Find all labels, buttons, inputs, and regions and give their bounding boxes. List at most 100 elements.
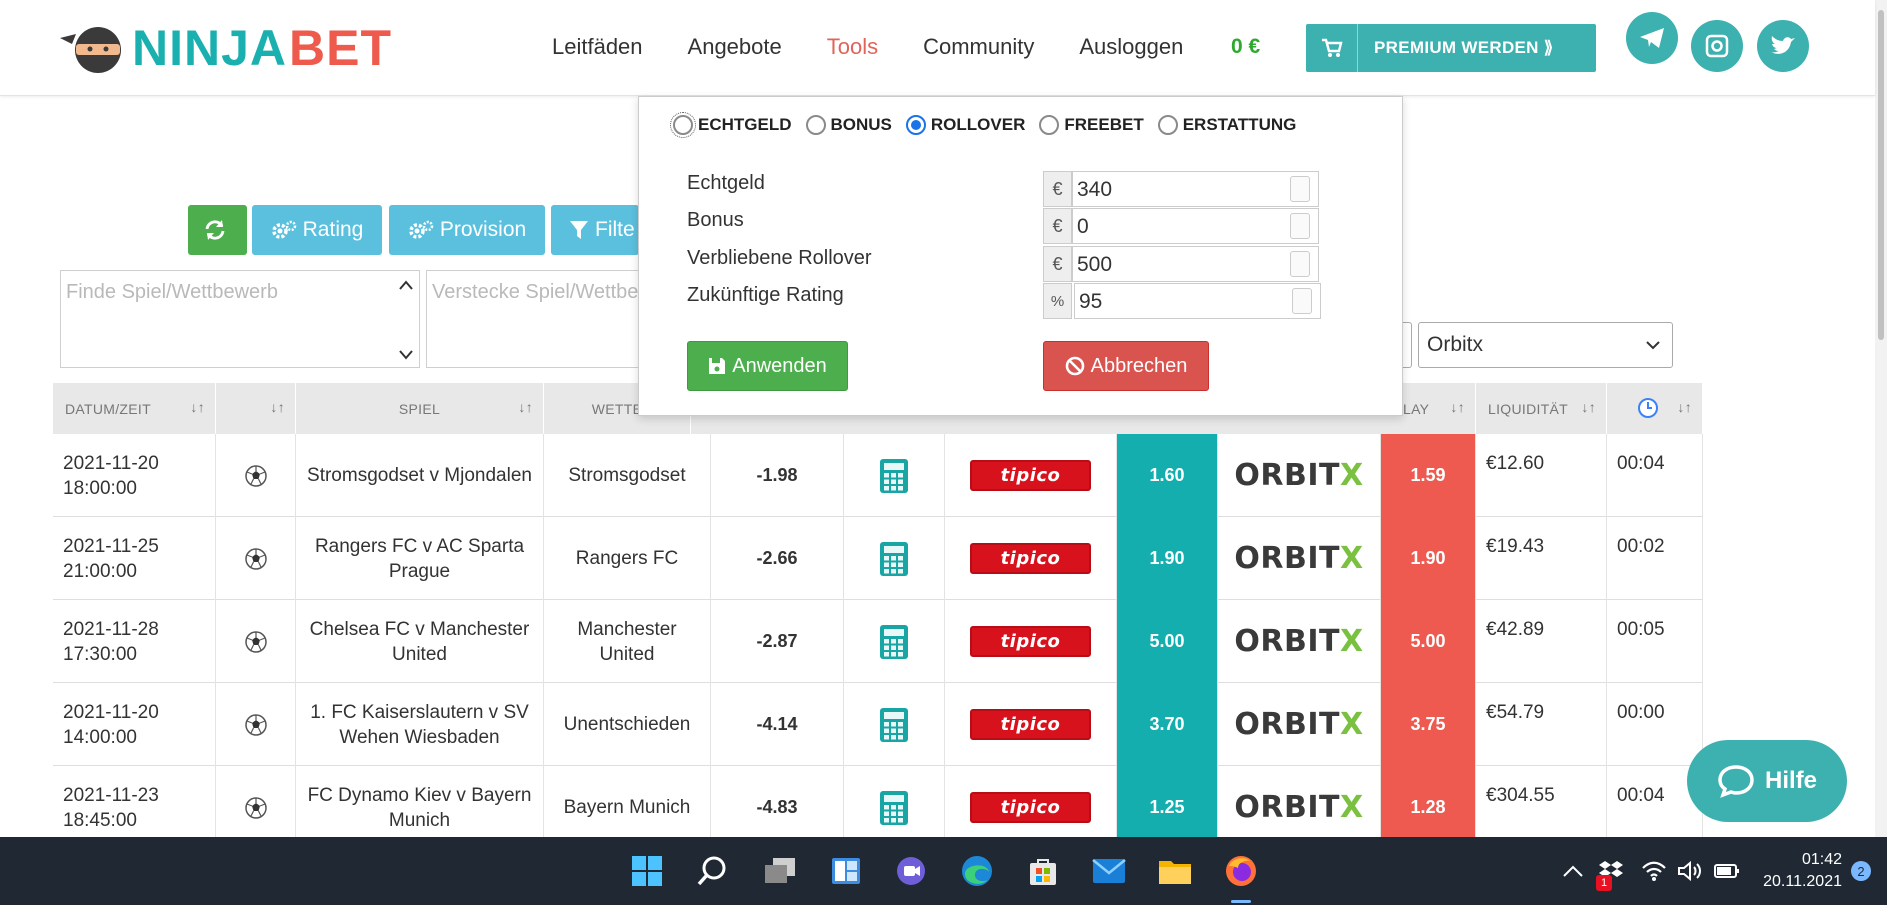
search-game-input[interactable]: Finde Spiel/Wettbewerb (60, 270, 420, 368)
table-row[interactable]: 2021-11-20 14:00:00 1. FC Kaiserslautern v… (53, 683, 1703, 766)
tipico-logo[interactable]: tipico (970, 460, 1091, 491)
orbitx-logo[interactable]: ORBITX (1234, 710, 1363, 740)
number-spinner[interactable] (1290, 176, 1310, 202)
hide-game-input[interactable]: Versteckе Spiel/Wettbe (426, 270, 646, 368)
echtgeld-input[interactable]: 340 (1072, 171, 1319, 207)
wifi-icon[interactable] (1641, 837, 1667, 905)
edge-icon[interactable] (957, 851, 997, 891)
battery-icon[interactable] (1713, 837, 1741, 905)
exchange-cell[interactable]: ORBITX (1218, 517, 1381, 600)
system-clock[interactable]: 01:42 20.11.2021 (1756, 849, 1842, 893)
calculator-icon[interactable] (879, 624, 909, 660)
exchange-cell[interactable]: ORBITX (1218, 434, 1381, 517)
calc-cell[interactable] (844, 600, 945, 683)
windows-start-icon[interactable] (627, 851, 667, 891)
filter-button[interactable]: Filte (551, 205, 639, 255)
bonus-input[interactable]: 0 (1072, 208, 1319, 244)
number-spinner[interactable] (1292, 288, 1312, 314)
table-row[interactable]: 2021-11-25 21:00:00 Rangers FC v AC Sparta… (53, 517, 1703, 600)
game-cell[interactable]: 1. FC Kaiserslautern v SV Wehen Wiesbade… (296, 683, 544, 766)
dropbox-icon[interactable]: 1 (1596, 837, 1624, 905)
teams-chat-icon[interactable] (891, 851, 931, 891)
sort-icon[interactable]: ↓↑ (1677, 399, 1692, 415)
tipico-logo[interactable]: tipico (970, 626, 1091, 657)
number-spinner[interactable] (1290, 213, 1310, 239)
provision-settings-button[interactable]: Provision (389, 205, 545, 255)
widgets-icon[interactable] (826, 851, 866, 891)
store-icon[interactable] (1023, 851, 1063, 891)
sort-icon[interactable]: ↓↑ (190, 399, 205, 415)
ninjabet-logo[interactable]: NINJA BET (58, 22, 392, 74)
header-datetime[interactable]: DATUM/ZEIT ↓↑ (53, 383, 216, 434)
radio-rollover[interactable]: ROLLOVER (905, 115, 1025, 135)
radio-freebet[interactable]: FREEBET (1039, 115, 1144, 135)
nav-item-angebote[interactable]: Angebote (688, 32, 782, 62)
exchange-cell[interactable]: ORBITX (1218, 683, 1381, 766)
future-rating-input[interactable]: 95 (1074, 283, 1321, 319)
header-updated[interactable]: ↓↑ (1607, 383, 1703, 434)
rating-settings-button[interactable]: Rating (252, 205, 382, 255)
orbitx-logo[interactable]: ORBITX (1234, 461, 1363, 491)
volume-icon[interactable] (1677, 837, 1703, 905)
rollover-input[interactable]: 500 (1072, 246, 1319, 282)
file-explorer-icon[interactable] (1155, 851, 1195, 891)
tipico-logo[interactable]: tipico (970, 792, 1091, 823)
header-liquidity[interactable]: LIQUIDITÄT ↓↑ (1476, 383, 1607, 434)
radio-erstattung[interactable]: ERSTATTUNG (1157, 115, 1296, 135)
orbitx-logo[interactable]: ORBITX (1234, 627, 1363, 657)
nav-item-community[interactable]: Community (923, 32, 1034, 62)
radio-echtgeld[interactable]: ECHTGELD (670, 112, 792, 138)
table-row[interactable]: 2021-11-28 17:30:00 Chelsea FC v Mancheste… (53, 600, 1703, 683)
firefox-icon[interactable] (1221, 851, 1261, 891)
page-scrollbar[interactable] (1875, 0, 1887, 837)
chevron-down-icon[interactable] (399, 349, 413, 361)
scrollbar-thumb[interactable] (1878, 10, 1884, 340)
twitter-icon[interactable] (1757, 20, 1809, 72)
notification-badge[interactable]: 2 (1851, 861, 1871, 881)
orbitx-logo[interactable]: ORBITX (1234, 544, 1363, 574)
refresh-button[interactable] (188, 205, 247, 255)
exchange-select[interactable]: Orbitx (1418, 322, 1673, 368)
exchange-cell[interactable]: ORBITX (1218, 600, 1381, 683)
calculator-icon[interactable] (879, 541, 909, 577)
tipico-logo[interactable]: tipico (970, 543, 1091, 574)
radio-dot[interactable] (1039, 115, 1060, 135)
bookmaker-cell[interactable]: tipico (945, 517, 1117, 600)
table-row[interactable]: 2021-11-20 18:00:00 Stromsgodset v Mjondal… (53, 434, 1703, 517)
calculator-icon[interactable] (879, 790, 909, 826)
search-icon[interactable] (693, 851, 733, 891)
orbitx-logo[interactable]: ORBITX (1234, 793, 1363, 823)
nav-item-leitfaeden[interactable]: Leitfäden (552, 32, 643, 62)
premium-button[interactable]: PREMIUM WERDEN ⟫ (1306, 24, 1596, 72)
sort-icon[interactable]: ↓↑ (1450, 399, 1465, 415)
header-game[interactable]: SPIEL ↓↑ (296, 383, 544, 434)
nav-item-tools[interactable]: Tools (827, 32, 878, 62)
sort-icon[interactable]: ↓↑ (518, 399, 533, 415)
help-chat-button[interactable]: Hilfe (1687, 740, 1847, 822)
radio-bonus[interactable]: BONUS (805, 115, 892, 135)
radio-dot[interactable] (805, 115, 826, 135)
game-cell[interactable]: Stromsgodset v Mjondalen (296, 434, 544, 517)
account-balance[interactable]: 0 € (1231, 32, 1260, 62)
radio-dot[interactable] (670, 112, 696, 138)
calculator-icon[interactable] (879, 458, 909, 494)
calc-cell[interactable] (844, 434, 945, 517)
header-sport[interactable]: ↓↑ (216, 383, 296, 434)
calc-cell[interactable] (844, 683, 945, 766)
bookmaker-cell[interactable]: tipico (945, 683, 1117, 766)
nav-item-ausloggen[interactable]: Ausloggen (1079, 32, 1183, 62)
bookmaker-cell[interactable]: tipico (945, 434, 1117, 517)
calculator-icon[interactable] (879, 707, 909, 743)
sort-icon[interactable]: ↓↑ (270, 399, 285, 415)
cancel-button[interactable]: Abbrechen (1043, 341, 1209, 391)
game-cell[interactable]: Rangers FC v AC Sparta Prague (296, 517, 544, 600)
telegram-icon[interactable] (1626, 12, 1678, 64)
calc-cell[interactable] (844, 517, 945, 600)
chevron-up-icon[interactable] (399, 279, 413, 291)
instagram-icon[interactable] (1691, 20, 1743, 72)
bookmaker-cell[interactable]: tipico (945, 600, 1117, 683)
task-view-icon[interactable] (760, 851, 800, 891)
number-spinner[interactable] (1290, 251, 1310, 277)
radio-dot[interactable] (1157, 115, 1178, 135)
mail-icon[interactable] (1089, 851, 1129, 891)
